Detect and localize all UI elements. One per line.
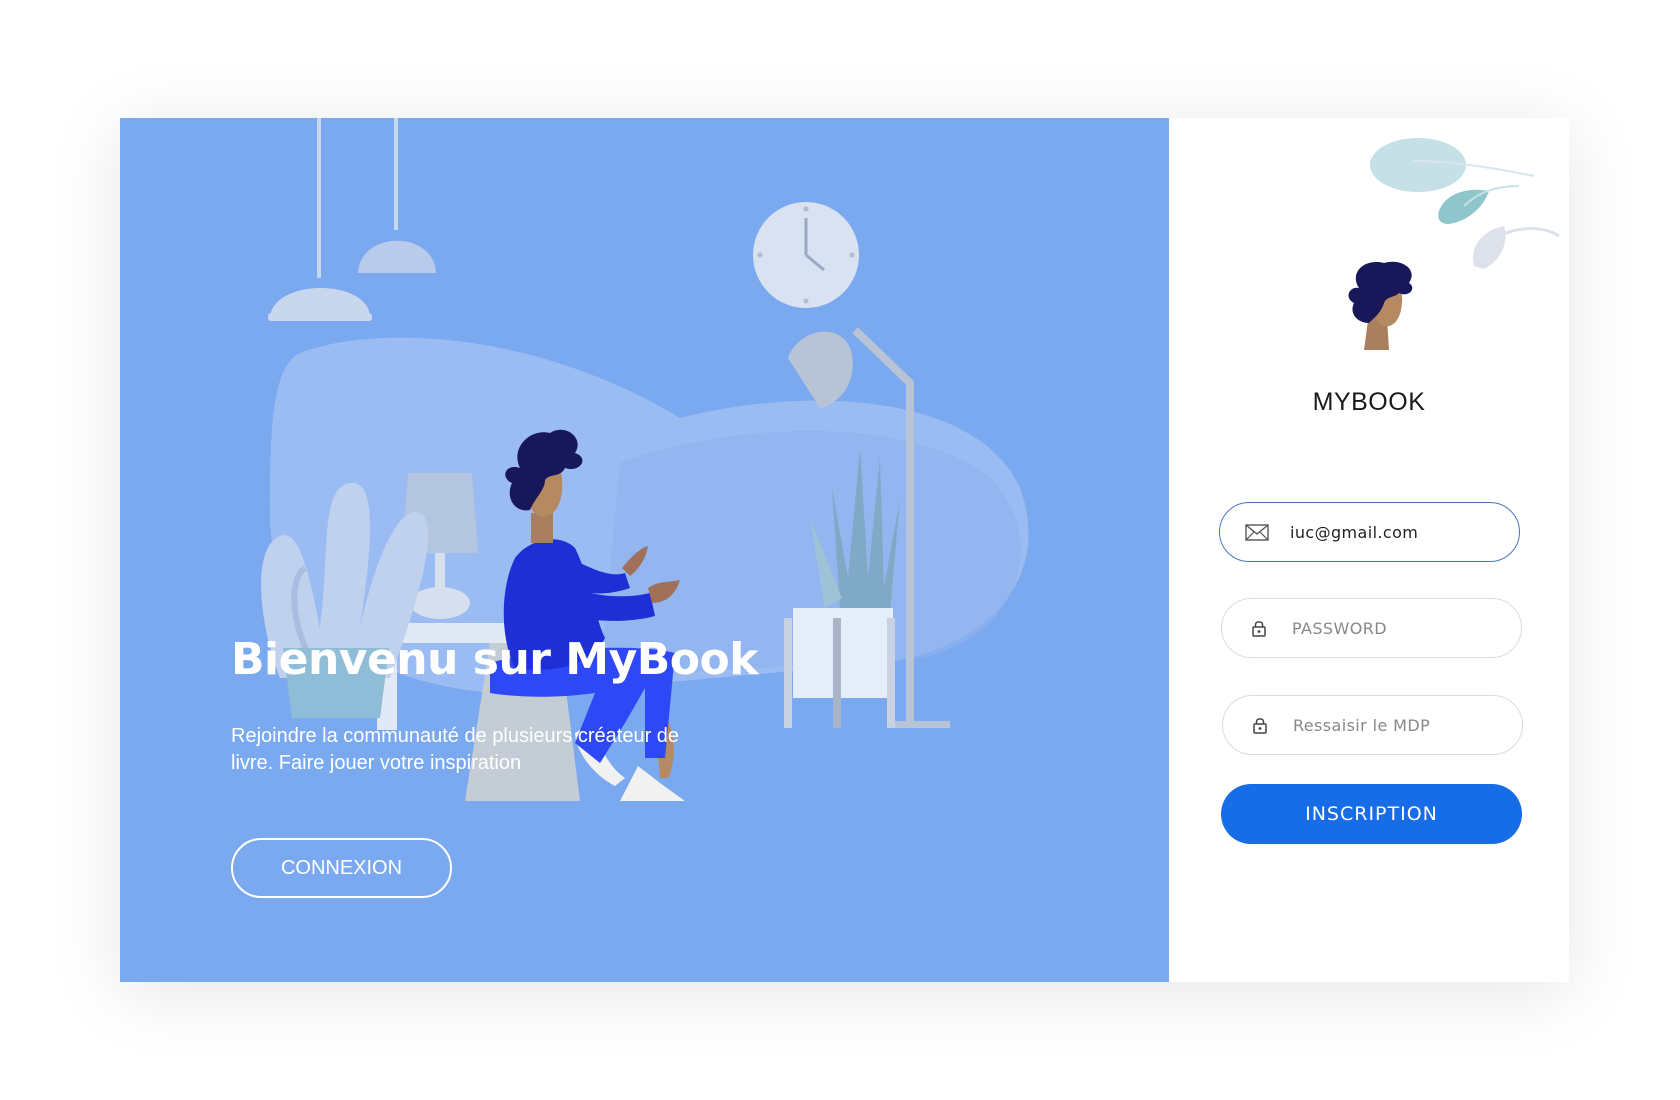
welcome-description: Rejoindre la communauté de plusieurs cré… [231, 725, 680, 774]
password-field[interactable] [1221, 598, 1522, 658]
welcome-title: Bienvenu sur MyBook [231, 634, 759, 685]
connexion-button[interactable]: CONNEXION [231, 838, 452, 898]
lock-icon [1246, 617, 1272, 639]
brand-name: MYBOOK [1312, 388, 1426, 416]
envelope-icon [1244, 521, 1270, 543]
password-input[interactable] [1290, 617, 1494, 639]
avatar [1348, 261, 1413, 350]
email-input[interactable] [1288, 521, 1492, 543]
signup-panel: MYBOOK INSCRIPTION [1169, 118, 1569, 982]
leaves-decoration [1370, 138, 1560, 269]
confirm-password-input[interactable] [1291, 714, 1495, 736]
confirm-password-field[interactable] [1222, 695, 1523, 755]
email-field[interactable] [1219, 502, 1520, 562]
lock-icon [1247, 714, 1273, 736]
hero-panel: Bienvenu sur MyBook Rejoindre la communa… [120, 118, 1169, 982]
inscription-button[interactable]: INSCRIPTION [1221, 784, 1522, 844]
signup-card: Bienvenu sur MyBook Rejoindre la communa… [120, 118, 1569, 982]
